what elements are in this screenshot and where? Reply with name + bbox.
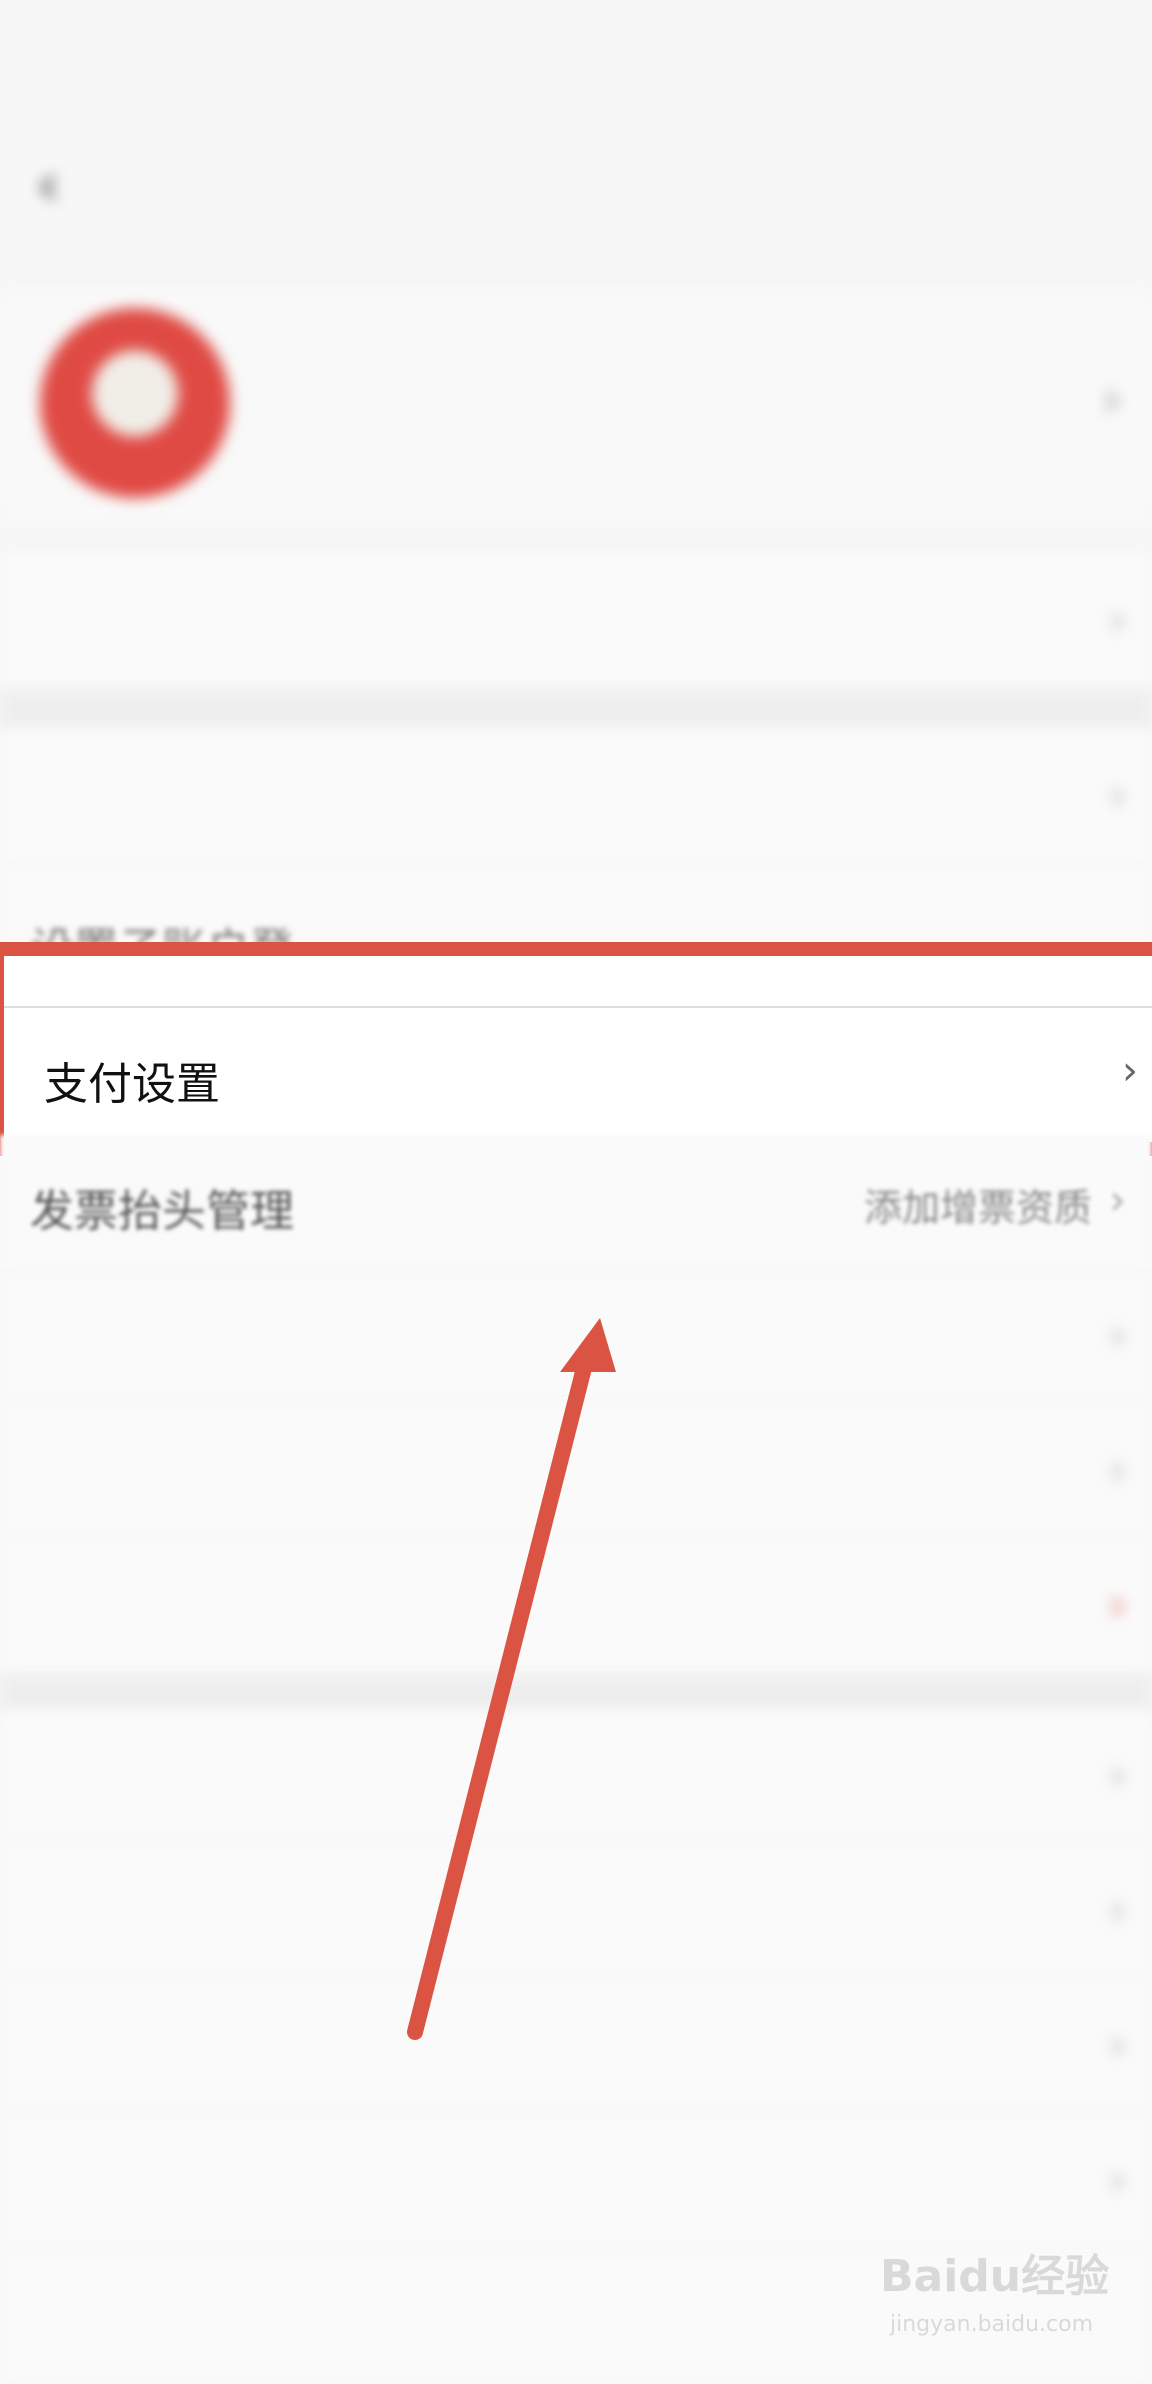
annotation-arrow (407, 1318, 616, 2040)
watermark-url: jingyan.baidu.com (890, 2312, 1094, 2337)
arrow-head (560, 1318, 616, 1372)
watermark-logo: Baidu经验 (880, 2251, 1110, 2302)
watermark: Baidu经验 jingyan.baidu.com (880, 2240, 1140, 2360)
arrow-shaft (407, 1352, 594, 2040)
